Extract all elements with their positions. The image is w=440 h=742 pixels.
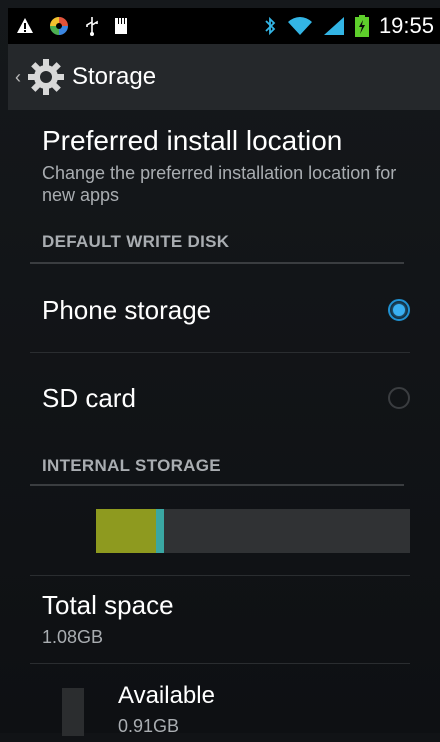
preferred-install-summary: Change the preferred installation locati…: [42, 163, 397, 205]
signal-icon: [323, 17, 344, 35]
available-space-item[interactable]: Available 0.91GB: [62, 682, 422, 742]
radio-unselected-icon[interactable]: [388, 387, 410, 409]
section-header-default-write-disk: DEFAULT WRITE DISK: [42, 232, 230, 251]
option-label: SD card: [42, 382, 136, 413]
total-space-label: Total space: [42, 590, 174, 620]
storage-usage-bar: [96, 509, 410, 553]
total-space-value: 1.08GB: [42, 627, 104, 647]
status-bar: 19:55: [8, 8, 440, 44]
wifi-icon: [287, 17, 312, 35]
page-title: Storage: [72, 63, 157, 90]
available-label: Available: [118, 682, 215, 709]
sync-icon: [50, 17, 68, 35]
option-phone-storage[interactable]: Phone storage: [42, 288, 410, 332]
section-divider: [30, 484, 404, 486]
bluetooth-icon: [265, 16, 276, 36]
settings-screen: 19:55 ‹ Storage Preferred install locati…: [0, 0, 440, 736]
radio-selected-icon[interactable]: [388, 299, 410, 321]
preferred-install-title: Preferred install location: [42, 125, 343, 156]
section-header-internal-storage: INTERNAL STORAGE: [42, 456, 221, 475]
list-divider: [30, 663, 410, 664]
storage-settings-list: Preferred install location Change the pr…: [8, 110, 440, 736]
available-color-swatch: [62, 688, 84, 736]
warning-icon: [17, 18, 33, 33]
total-space-item[interactable]: Total space 1.08GB: [42, 590, 174, 648]
back-caret-icon[interactable]: ‹: [10, 67, 26, 88]
battery-icon: [354, 15, 369, 37]
preferred-install-location-item[interactable]: Preferred install location Change the pr…: [42, 124, 412, 206]
section-divider: [30, 262, 404, 264]
list-divider: [30, 575, 410, 576]
option-sd-card[interactable]: SD card: [42, 376, 410, 420]
settings-gear-icon[interactable]: [26, 57, 66, 97]
list-divider: [30, 352, 410, 353]
usage-segment-other: [156, 509, 164, 553]
usb-icon: [86, 17, 98, 36]
storage-icon: [115, 18, 127, 34]
clock: 19:55: [378, 13, 434, 38]
available-value: 0.91GB: [118, 716, 180, 736]
option-label: Phone storage: [42, 294, 212, 325]
usage-segment-apps: [96, 509, 156, 553]
action-bar[interactable]: ‹ Storage: [8, 44, 440, 110]
